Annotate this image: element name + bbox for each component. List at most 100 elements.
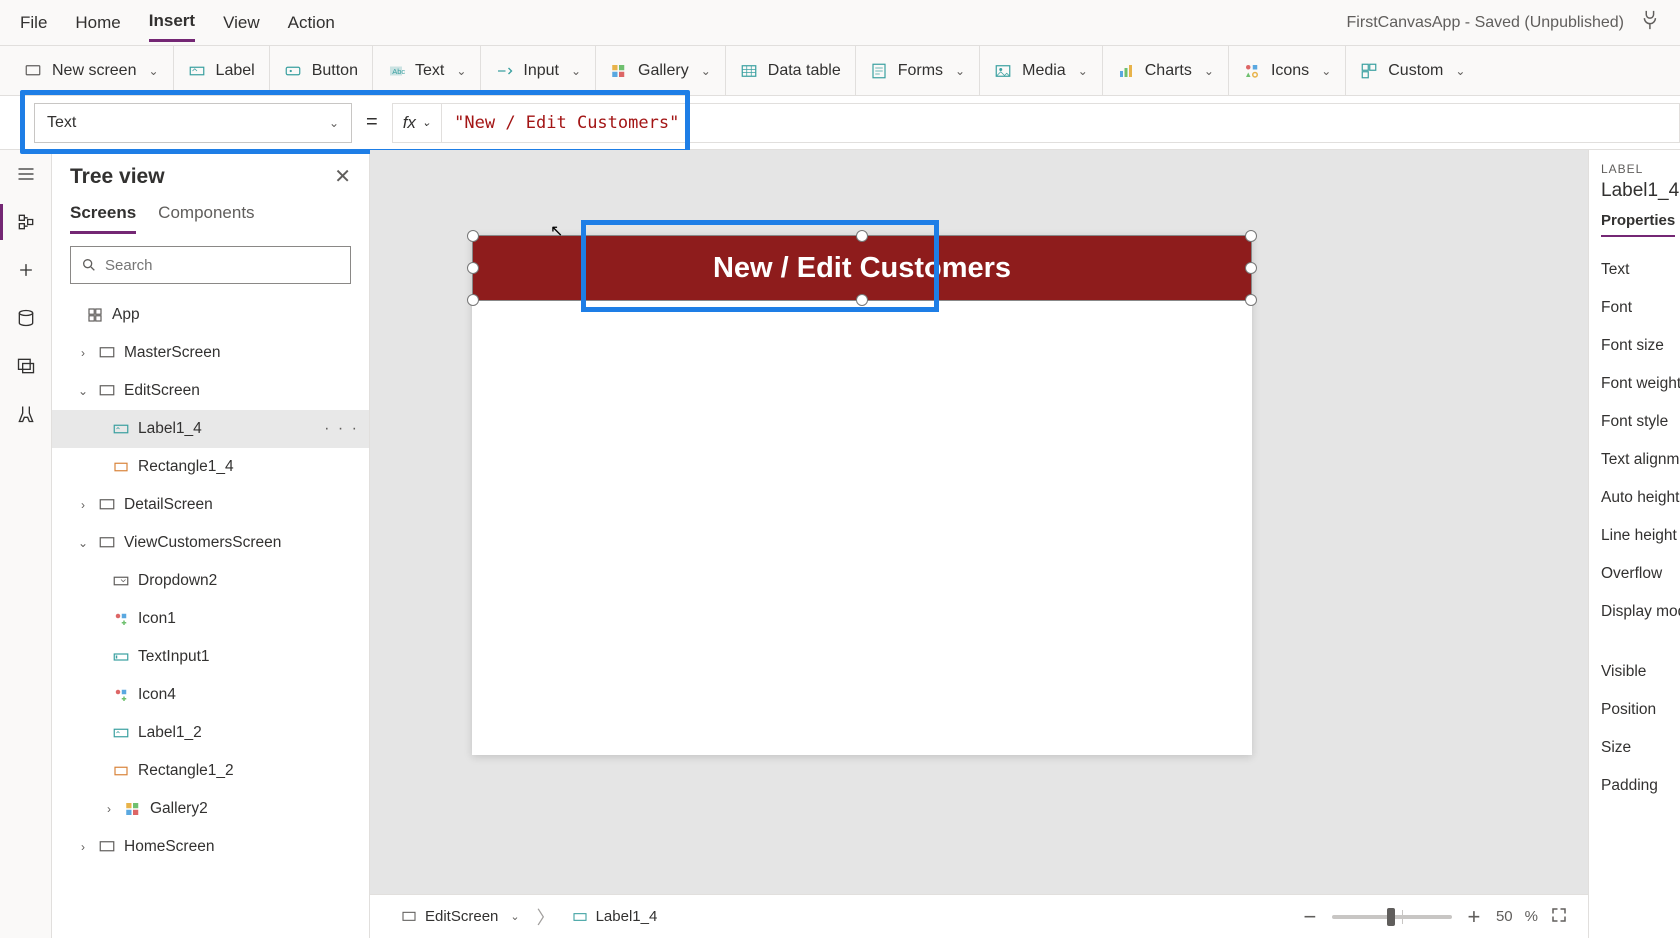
resize-handle-ml[interactable] (467, 262, 479, 274)
tree-item-viewcustomersscreen[interactable]: ⌄ ViewCustomersScreen (52, 524, 369, 562)
ribbon-new-screen[interactable]: New screen ⌄ (10, 46, 174, 95)
ribbon-custom[interactable]: Custom ⌄ (1346, 46, 1479, 95)
prop-row-size[interactable]: Size (1601, 729, 1680, 767)
tree-item-gallery2[interactable]: ›Gallery2 (52, 790, 369, 828)
prop-row-padding[interactable]: Padding (1601, 767, 1680, 805)
rail-tools[interactable] (12, 400, 40, 428)
breadcrumb-bar: EditScreen ⌄ 〉 Label1_4 − + 50 % (370, 894, 1588, 938)
tree-item-label1-2[interactable]: Label1_2 (52, 714, 369, 752)
resize-handle-tl[interactable] (467, 230, 479, 242)
formula-input[interactable]: "New / Edit Customers" (442, 103, 1680, 143)
tree-item-label: EditScreen (124, 382, 200, 400)
ribbon-button[interactable]: Button (270, 46, 373, 95)
prop-row-line-height[interactable]: Line height (1601, 517, 1680, 555)
prop-row-font-size[interactable]: Font size (1601, 327, 1680, 365)
ribbon-media[interactable]: Media ⌄ (980, 46, 1103, 95)
ribbon-label[interactable]: Label (174, 46, 270, 95)
chevron-down-icon: ⌄ (1321, 64, 1331, 78)
resize-handle-mr[interactable] (1245, 262, 1257, 274)
tree-item-label1-4[interactable]: Label1_4· · · (52, 410, 369, 448)
tree-item-label: ViewCustomersScreen (124, 534, 281, 552)
prop-row-font-weight[interactable]: Font weight (1601, 365, 1680, 403)
tree-item-detailscreen[interactable]: › DetailScreen (52, 486, 369, 524)
tree-item-label: TextInput1 (138, 648, 210, 666)
resize-handle-br[interactable] (1245, 294, 1257, 306)
canvas-screen[interactable]: New / Edit Customers (472, 235, 1252, 755)
prop-row-text-alignme[interactable]: Text alignme (1601, 441, 1680, 479)
tree-item-dropdown2[interactable]: Dropdown2 (52, 562, 369, 600)
prop-row-display-mod[interactable]: Display mod (1601, 593, 1680, 631)
expand-toggle[interactable]: › (76, 840, 90, 854)
tree-item-textinput1[interactable]: TextInput1 (52, 638, 369, 676)
tree-item-rectangle1-2[interactable]: Rectangle1_2 (52, 752, 369, 790)
rail-insert[interactable] (12, 256, 40, 284)
rail-media[interactable] (12, 352, 40, 380)
prop-row-visible[interactable]: Visible (1601, 653, 1680, 691)
rail-hamburger[interactable] (12, 160, 40, 188)
prop-row-text[interactable]: Text (1601, 251, 1680, 289)
expand-toggle[interactable]: ⌄ (76, 536, 90, 550)
tree-item-homescreen[interactable]: ›HomeScreen (52, 828, 369, 866)
tab-screens[interactable]: Screens (70, 203, 136, 234)
tree-item-icon4[interactable]: Icon4 (52, 676, 369, 714)
zoom-in-button[interactable]: + (1464, 904, 1484, 930)
tree-list[interactable]: App›MasterScreen ⌄ EditScreen Label1_4· · ·… (52, 296, 369, 938)
gallery-icon (124, 800, 142, 818)
tab-properties[interactable]: Properties (1601, 212, 1675, 237)
textinput-icon (112, 648, 130, 666)
resize-handle-tc[interactable] (856, 230, 868, 242)
ribbon-gallery[interactable]: Gallery ⌄ (596, 46, 726, 95)
menu-view[interactable]: View (223, 5, 260, 41)
canvas-area[interactable]: New / Edit Customers ↖ (370, 150, 1588, 894)
tree-item-app[interactable]: App (52, 296, 369, 334)
label-icon (112, 420, 130, 438)
tree-search-input[interactable] (105, 257, 340, 274)
expand-toggle[interactable]: ⌄ (76, 384, 90, 398)
ribbon-forms[interactable]: Forms ⌄ (856, 46, 980, 95)
prop-row-font[interactable]: Font (1601, 289, 1680, 327)
ribbon-data-table[interactable]: Data table (726, 46, 856, 95)
tree-item-editscreen[interactable]: ⌄ EditScreen (52, 372, 369, 410)
app-checker-icon[interactable] (1638, 9, 1660, 36)
tree-item-label: DetailScreen (124, 496, 213, 514)
ribbon-icons[interactable]: Icons ⌄ (1229, 46, 1346, 95)
rail-data[interactable] (12, 304, 40, 332)
menu-file[interactable]: File (20, 5, 47, 41)
expand-toggle[interactable]: › (76, 498, 90, 512)
prop-row-overflow[interactable]: Overflow (1601, 555, 1680, 593)
tree-item-masterscreen[interactable]: ›MasterScreen (52, 334, 369, 372)
data-table-icon (740, 62, 758, 80)
resize-handle-bl[interactable] (467, 294, 479, 306)
tab-components[interactable]: Components (158, 203, 254, 234)
resize-handle-tr[interactable] (1245, 230, 1257, 242)
tree-item-rectangle1-4[interactable]: Rectangle1_4 (52, 448, 369, 486)
rail-tree-view[interactable] (12, 208, 40, 236)
breadcrumb-screen[interactable]: EditScreen ⌄ (390, 903, 531, 930)
expand-toggle[interactable]: › (76, 346, 90, 360)
prop-row-font-style[interactable]: Font style (1601, 403, 1680, 441)
ribbon-charts[interactable]: Charts ⌄ (1103, 46, 1229, 95)
expand-toggle[interactable]: › (102, 802, 116, 816)
prop-row-position[interactable]: Position (1601, 691, 1680, 729)
tree-search-box[interactable] (70, 246, 351, 284)
fx-button[interactable]: fx ⌄ (392, 103, 442, 143)
menu-home[interactable]: Home (75, 5, 120, 41)
formula-bar: Text ⌄ = fx ⌄ "New / Edit Customers" (0, 96, 1680, 150)
label-icon (188, 62, 206, 80)
ribbon-input[interactable]: Input ⌄ (481, 46, 596, 95)
ribbon-text[interactable]: Abc Text ⌄ (373, 46, 481, 95)
zoom-out-button[interactable]: − (1300, 904, 1320, 930)
zoom-slider[interactable] (1332, 915, 1452, 919)
menu-insert[interactable]: Insert (149, 3, 195, 42)
chevron-down-icon: ⌄ (1204, 64, 1214, 78)
resize-handle-bc[interactable] (856, 294, 868, 306)
tree-item-icon1[interactable]: Icon1 (52, 600, 369, 638)
close-icon[interactable]: ✕ (334, 164, 351, 189)
more-options-button[interactable]: · · · (324, 420, 359, 438)
prop-row-auto-height[interactable]: Auto height (1601, 479, 1680, 517)
breadcrumb-control[interactable]: Label1_4 (561, 903, 669, 930)
zoom-slider-thumb[interactable] (1387, 908, 1395, 926)
fit-to-window-button[interactable] (1550, 906, 1568, 928)
menu-action[interactable]: Action (288, 5, 335, 41)
property-selector[interactable]: Text ⌄ (34, 103, 352, 143)
